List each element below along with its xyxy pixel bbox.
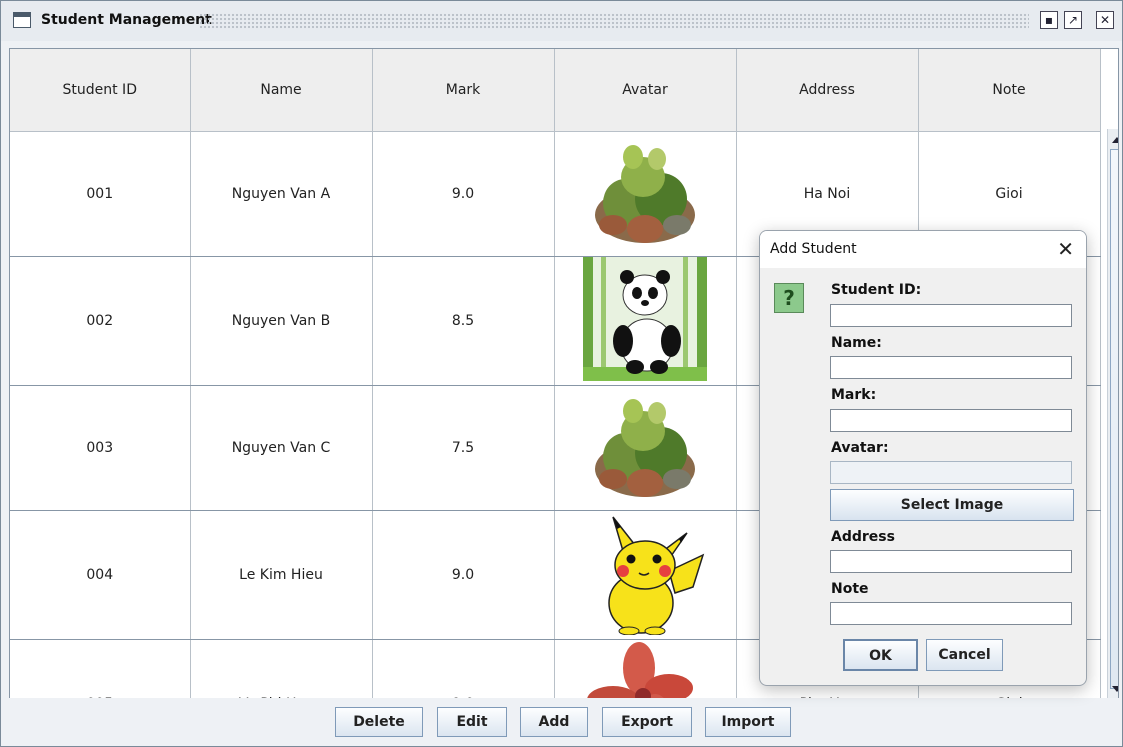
cell-name[interactable]: Nguyen Van B bbox=[190, 256, 373, 386]
select-image-button[interactable]: Select Image bbox=[830, 489, 1074, 521]
cell-mark[interactable]: 8.5 bbox=[372, 256, 555, 386]
question-icon: ? bbox=[774, 283, 804, 313]
cell-mark[interactable]: 7.5 bbox=[372, 385, 555, 511]
dialog-close-icon[interactable]: ✕ bbox=[1057, 237, 1074, 261]
address-field[interactable] bbox=[830, 550, 1072, 573]
cell-name[interactable]: Vo Phi Hung bbox=[190, 639, 373, 698]
cell-name[interactable]: Nguyen Van C bbox=[190, 385, 373, 511]
cell-avatar[interactable] bbox=[554, 385, 737, 511]
student-id-label: Student ID: bbox=[831, 282, 922, 298]
cell-name[interactable]: Le Kim Hieu bbox=[190, 510, 373, 640]
cell-avatar[interactable] bbox=[554, 131, 737, 257]
cell-avatar[interactable] bbox=[554, 639, 737, 698]
add-student-dialog: Add Student ✕ ? Student ID: Name: Mark: … bbox=[759, 230, 1087, 686]
plant-image bbox=[595, 399, 695, 497]
maximize-icon[interactable]: ↗ bbox=[1064, 11, 1082, 29]
cell-mark[interactable]: 9.0 bbox=[372, 510, 555, 640]
pikachu-image bbox=[608, 516, 705, 636]
column-header-note[interactable]: Note bbox=[918, 49, 1101, 132]
title-bar[interactable]: Student Management ▪ ↗ ✕ bbox=[1, 1, 1122, 41]
cancel-button[interactable]: Cancel bbox=[926, 639, 1003, 671]
edit-button[interactable]: Edit bbox=[437, 707, 507, 737]
address-label: Address bbox=[831, 529, 895, 545]
scroll-thumb[interactable] bbox=[1110, 149, 1118, 689]
cell-student-id[interactable]: 004 bbox=[10, 510, 191, 640]
cell-student-id[interactable]: 005 bbox=[10, 639, 191, 698]
note-field[interactable] bbox=[830, 602, 1072, 625]
avatar-label: Avatar: bbox=[831, 440, 889, 456]
scroll-up-icon[interactable] bbox=[1112, 137, 1118, 143]
close-icon[interactable]: ✕ bbox=[1096, 11, 1114, 29]
delete-button[interactable]: Delete bbox=[335, 707, 423, 737]
mark-label: Mark: bbox=[831, 387, 877, 403]
column-header-address[interactable]: Address bbox=[736, 49, 919, 132]
cell-student-id[interactable]: 003 bbox=[10, 385, 191, 511]
avatar-field bbox=[830, 461, 1072, 484]
title-drag-area[interactable] bbox=[199, 13, 1029, 29]
window-title: Student Management bbox=[41, 12, 212, 28]
action-toolbar: Delete Edit Add Export Import bbox=[1, 698, 1122, 746]
name-label: Name: bbox=[831, 335, 882, 351]
add-button[interactable]: Add bbox=[520, 707, 588, 737]
cell-avatar[interactable] bbox=[554, 256, 737, 386]
scroll-down-icon[interactable] bbox=[1112, 686, 1118, 692]
export-button[interactable]: Export bbox=[602, 707, 692, 737]
column-header-mark[interactable]: Mark bbox=[372, 49, 555, 132]
cell-student-id[interactable]: 002 bbox=[10, 256, 191, 386]
student-id-field[interactable] bbox=[830, 304, 1072, 327]
column-header-name[interactable]: Name bbox=[190, 49, 373, 132]
cell-mark[interactable]: 9.0 bbox=[372, 131, 555, 257]
vertical-scrollbar[interactable] bbox=[1107, 129, 1118, 698]
import-button[interactable]: Import bbox=[705, 707, 791, 737]
minimize-icon[interactable]: ▪ bbox=[1040, 11, 1058, 29]
panda-image bbox=[583, 257, 707, 381]
ok-button[interactable]: OK bbox=[843, 639, 918, 671]
cell-mark[interactable]: 9.0 bbox=[372, 639, 555, 698]
column-header-student-id[interactable]: Student ID bbox=[10, 49, 191, 132]
cell-student-id[interactable]: 001 bbox=[10, 131, 191, 257]
table-header-row: Student ID Name Mark Avatar Address Note bbox=[10, 49, 1101, 132]
cell-avatar[interactable] bbox=[554, 510, 737, 640]
flower-image bbox=[587, 642, 693, 698]
name-field[interactable] bbox=[830, 356, 1072, 379]
window-icon bbox=[13, 12, 31, 28]
dialog-title-bar[interactable]: Add Student ✕ bbox=[760, 231, 1086, 268]
note-label: Note bbox=[831, 581, 869, 597]
dialog-title: Add Student bbox=[770, 241, 857, 257]
column-header-avatar[interactable]: Avatar bbox=[554, 49, 737, 132]
mark-field[interactable] bbox=[830, 409, 1072, 432]
cell-name[interactable]: Nguyen Van A bbox=[190, 131, 373, 257]
plant-image bbox=[595, 145, 695, 243]
